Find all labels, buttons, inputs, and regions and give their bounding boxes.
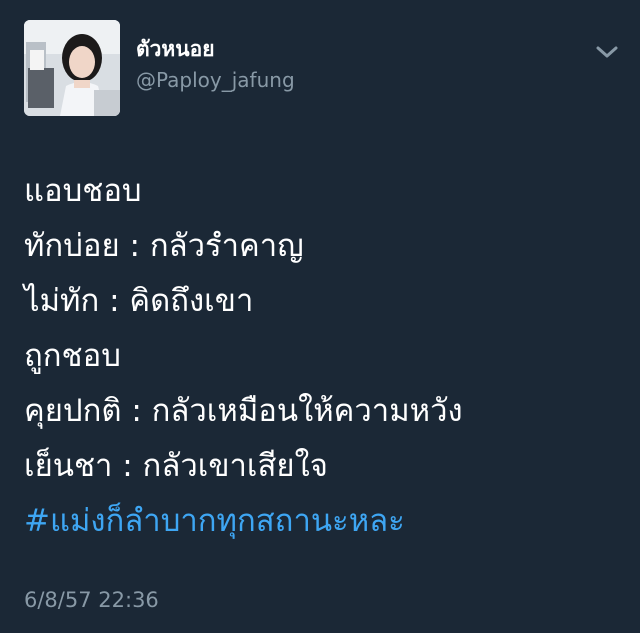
tweet-line: ถูกชอบ [24, 338, 121, 374]
tweet-line: ไม่ทัก : คิดถึงเขา [24, 283, 254, 319]
tweet-header: ตัวหนอย @Paploy_jafung [24, 20, 620, 118]
chevron-down-icon[interactable] [594, 42, 620, 62]
profile-photo-icon [24, 20, 120, 116]
tweet-line: เย็นชา : กลัวเขาเสียใจ [24, 448, 328, 484]
tweet-text: แอบชอบ ทักบ่อย : กลัวรำคาญ ไม่ทัก : คิดถ… [24, 164, 624, 549]
tweet-line: คุยปกติ : กลัวเหมือนให้ความหวัง [24, 393, 463, 429]
display-name[interactable]: ตัวหนอย [136, 34, 295, 64]
tweet-line: แอบชอบ [24, 173, 142, 209]
user-handle[interactable]: @Paploy_jafung [136, 66, 295, 94]
tweet-timestamp[interactable]: 6/8/57 22:36 [24, 585, 159, 615]
tweet-line: ทักบ่อย : กลัวรำคาญ [24, 228, 304, 264]
avatar[interactable] [24, 20, 120, 116]
tweet-card: ตัวหนอย @Paploy_jafung แอบชอบ ทักบ่อย : … [0, 0, 640, 633]
user-info: ตัวหนอย @Paploy_jafung [136, 34, 295, 94]
hashtag-link[interactable]: #แม่งก็ลำบากทุกสถานะหละ [24, 494, 624, 549]
